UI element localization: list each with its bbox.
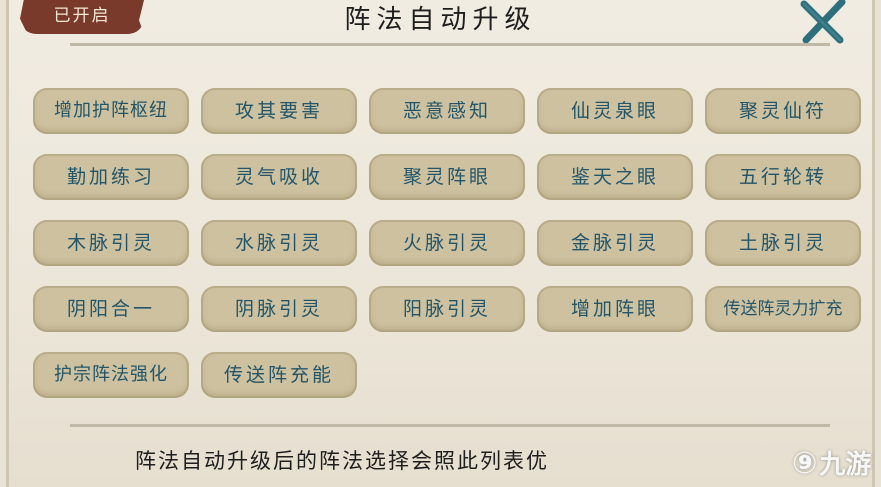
header-divider — [70, 43, 830, 46]
formation-item[interactable]: 攻其要害 — [201, 88, 357, 134]
formation-grid: 增加护阵枢纽 攻其要害 恶意感知 仙灵泉眼 聚灵仙符 勤加练习 灵气吸收 聚灵阵… — [33, 88, 865, 408]
watermark-text: 九游 — [819, 450, 872, 480]
formation-item[interactable]: 鉴天之眼 — [537, 154, 693, 200]
page-title: 阵法自动升级 — [344, 5, 537, 35]
formation-item[interactable]: 灵气吸收 — [201, 154, 357, 200]
formation-item[interactable]: 勤加练习 — [33, 154, 189, 200]
formation-item[interactable]: 五行轮转 — [705, 154, 861, 200]
formation-item[interactable]: 金脉引灵 — [537, 220, 693, 266]
formation-item[interactable]: 恶意感知 — [369, 88, 525, 134]
close-icon — [800, 0, 846, 44]
formation-item[interactable]: 火脉引灵 — [369, 220, 525, 266]
formation-item[interactable]: 木脉引灵 — [33, 220, 189, 266]
formation-item[interactable]: 增加护阵枢纽 — [33, 88, 189, 134]
formation-item[interactable]: 土脉引灵 — [705, 220, 861, 266]
formation-item[interactable]: 传送阵充能 — [201, 352, 357, 398]
formation-item[interactable]: 护宗阵法强化 — [33, 352, 189, 398]
formation-item[interactable]: 仙灵泉眼 — [537, 88, 693, 134]
formation-item[interactable]: 阴阳合一 — [33, 286, 189, 332]
close-button[interactable] — [796, 0, 848, 44]
formation-item[interactable]: 聚灵仙符 — [705, 88, 861, 134]
formation-item[interactable]: 阴脉引灵 — [201, 286, 357, 332]
watermark-logo: ⑨九游 — [792, 445, 877, 483]
formation-item[interactable]: 阳脉引灵 — [369, 286, 525, 332]
formation-item[interactable]: 传送阵灵力扩充 — [705, 286, 861, 332]
formation-item[interactable]: 聚灵阵眼 — [369, 154, 525, 200]
formation-item[interactable]: 水脉引灵 — [201, 220, 357, 266]
footer-divider — [70, 424, 830, 427]
footer-note: 阵法自动升级后的阵法选择会照此列表优 — [135, 449, 549, 473]
formation-item[interactable]: 增加阵眼 — [537, 286, 693, 332]
nine-game-icon: ⑨ — [792, 446, 818, 481]
